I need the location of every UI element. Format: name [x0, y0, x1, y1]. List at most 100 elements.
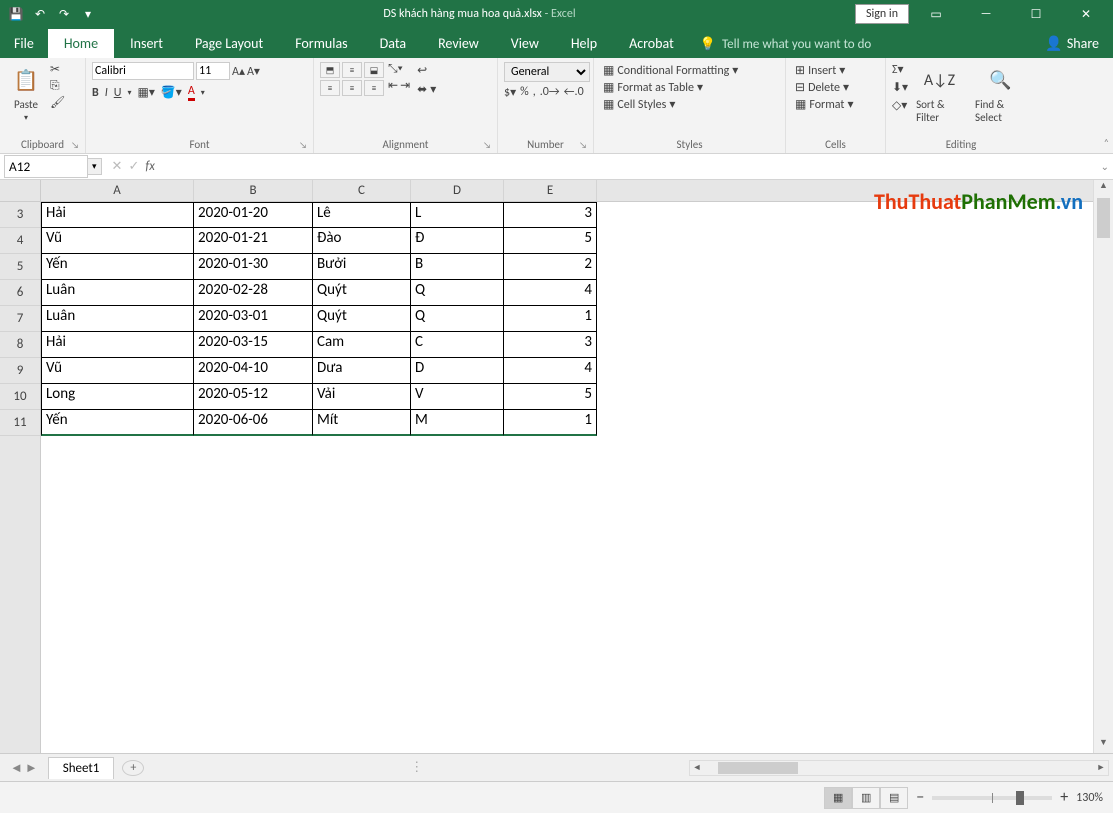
tab-file[interactable]: File — [0, 29, 48, 58]
cell[interactable]: 3 — [504, 202, 597, 228]
cut-icon[interactable]: ✂ — [50, 62, 65, 77]
cell[interactable]: M — [411, 410, 504, 436]
vertical-scrollbar[interactable]: ▲ ▼ — [1093, 180, 1113, 753]
decrease-indent-icon[interactable]: ⇤ — [388, 78, 398, 93]
increase-indent-icon[interactable]: ⇥ — [400, 78, 410, 93]
share-button[interactable]: 👤Share — [1031, 29, 1113, 58]
expand-formula-bar-icon[interactable]: ⌄ — [1097, 160, 1113, 173]
enter-formula-icon[interactable]: ✓ — [128, 159, 139, 174]
cell[interactable]: Yến — [41, 254, 194, 280]
merge-center-button[interactable]: ⬌▾ — [414, 81, 439, 98]
qat-dropdown-icon[interactable]: ▾ — [80, 6, 96, 22]
cell[interactable]: Vũ — [41, 228, 194, 254]
cell[interactable]: Vũ — [41, 358, 194, 384]
cell[interactable]: Quýt — [313, 306, 411, 332]
zoom-level[interactable]: 130% — [1076, 791, 1103, 805]
new-sheet-button[interactable]: + — [122, 760, 144, 776]
format-as-table-button[interactable]: ▦Format as Table ▾ — [600, 79, 706, 96]
clear-icon[interactable]: ◇▾ — [892, 98, 908, 113]
cell-styles-button[interactable]: ▦Cell Styles ▾ — [600, 96, 678, 113]
cell[interactable]: Bưởi — [313, 254, 411, 280]
zoom-in-button[interactable]: + — [1060, 788, 1068, 807]
cell[interactable]: 4 — [504, 358, 597, 384]
horizontal-scroll-thumb[interactable] — [718, 762, 798, 774]
tab-acrobat[interactable]: Acrobat — [613, 29, 690, 58]
row-header[interactable]: 7 — [0, 306, 40, 332]
scroll-up-icon[interactable]: ▲ — [1094, 180, 1113, 196]
font-color-icon[interactable]: A — [188, 84, 195, 101]
row-header[interactable]: 9 — [0, 358, 40, 384]
collapse-ribbon-icon[interactable]: ˄ — [1104, 136, 1109, 149]
copy-icon[interactable]: ⎘ — [50, 79, 65, 93]
clipboard-launcher-icon[interactable]: ↘ — [71, 140, 79, 151]
tab-home[interactable]: Home — [48, 29, 114, 58]
find-select-button[interactable]: 🔍Find & Select — [971, 62, 1030, 126]
cell[interactable]: Lê — [313, 202, 411, 228]
align-middle-icon[interactable]: ≡ — [342, 62, 362, 78]
fx-icon[interactable]: fx — [145, 159, 155, 174]
cell[interactable]: B — [411, 254, 504, 280]
cell[interactable]: 5 — [504, 384, 597, 410]
row-header[interactable]: 3 — [0, 202, 40, 228]
cell[interactable]: 4 — [504, 280, 597, 306]
column-header[interactable]: D — [411, 180, 504, 201]
wrap-text-button[interactable]: ↩ — [414, 62, 439, 79]
cell[interactable]: 2020-05-12 — [194, 384, 313, 410]
format-cells-button[interactable]: ▦Format ▾ — [792, 96, 856, 113]
cell[interactable]: Quýt — [313, 280, 411, 306]
number-format-select[interactable]: General — [504, 62, 590, 82]
sheet-nav-next-icon[interactable]: ► — [25, 760, 38, 776]
cell[interactable]: 2 — [504, 254, 597, 280]
row-headers[interactable]: 34567891011 — [0, 202, 41, 753]
row-header[interactable]: 11 — [0, 410, 40, 436]
cell[interactable]: Cam — [313, 332, 411, 358]
save-icon[interactable]: 💾 — [8, 6, 24, 22]
cell[interactable]: Long — [41, 384, 194, 410]
cell[interactable]: Đào — [313, 228, 411, 254]
row-header[interactable]: 6 — [0, 280, 40, 306]
font-launcher-icon[interactable]: ↘ — [299, 140, 307, 151]
cell[interactable]: 2020-01-21 — [194, 228, 313, 254]
align-right-icon[interactable]: ≡ — [364, 80, 384, 96]
page-break-view-button[interactable]: ▤ — [880, 787, 908, 809]
cell[interactable]: 2020-01-30 — [194, 254, 313, 280]
scroll-left-icon[interactable]: ◄ — [690, 762, 704, 773]
decrease-decimal-icon[interactable]: ←.0 — [564, 85, 584, 100]
increase-font-icon[interactable]: A▴ — [232, 64, 245, 79]
align-top-icon[interactable]: ⬒ — [320, 62, 340, 78]
font-name-input[interactable] — [92, 62, 194, 80]
normal-view-button[interactable]: ▦ — [824, 787, 852, 809]
page-layout-view-button[interactable]: ▥ — [852, 787, 880, 809]
row-header[interactable]: 10 — [0, 384, 40, 410]
number-launcher-icon[interactable]: ↘ — [579, 140, 587, 151]
cell[interactable]: 2020-02-28 — [194, 280, 313, 306]
bold-button[interactable]: B — [92, 86, 99, 100]
column-header[interactable]: A — [41, 180, 194, 201]
cell[interactable]: Mít — [313, 410, 411, 436]
insert-cells-button[interactable]: ⊞Insert ▾ — [792, 62, 848, 79]
cell[interactable]: 1 — [504, 306, 597, 332]
accounting-format-icon[interactable]: $▾ — [504, 85, 516, 100]
sort-filter-button[interactable]: A↓ZSort & Filter — [912, 62, 967, 126]
align-bottom-icon[interactable]: ⬓ — [364, 62, 384, 78]
align-center-icon[interactable]: ≡ — [342, 80, 362, 96]
cell[interactable]: Hải — [41, 202, 194, 228]
worksheet-grid[interactable]: ABCDE 34567891011 Hải2020-01-20LêL3Vũ202… — [0, 180, 1093, 753]
paste-button[interactable]: 📋 Paste▾ — [6, 62, 46, 125]
scroll-right-icon[interactable]: ► — [1094, 762, 1108, 773]
align-left-icon[interactable]: ≡ — [320, 80, 340, 96]
vertical-scroll-thumb[interactable] — [1097, 198, 1110, 238]
select-all-corner[interactable] — [0, 180, 41, 202]
underline-button[interactable]: U — [114, 86, 122, 100]
increase-decimal-icon[interactable]: .0→ — [540, 85, 560, 100]
column-header[interactable]: E — [504, 180, 597, 201]
cell[interactable]: D — [411, 358, 504, 384]
column-headers[interactable]: ABCDE — [41, 180, 1093, 202]
minimize-button[interactable]: — — [963, 0, 1009, 28]
delete-cells-button[interactable]: ⊟Delete ▾ — [792, 79, 852, 96]
format-painter-icon[interactable]: 🖌 — [50, 95, 65, 110]
cell[interactable]: 2020-04-10 — [194, 358, 313, 384]
tab-view[interactable]: View — [495, 29, 555, 58]
tab-formulas[interactable]: Formulas — [279, 29, 363, 58]
cell[interactable]: 5 — [504, 228, 597, 254]
